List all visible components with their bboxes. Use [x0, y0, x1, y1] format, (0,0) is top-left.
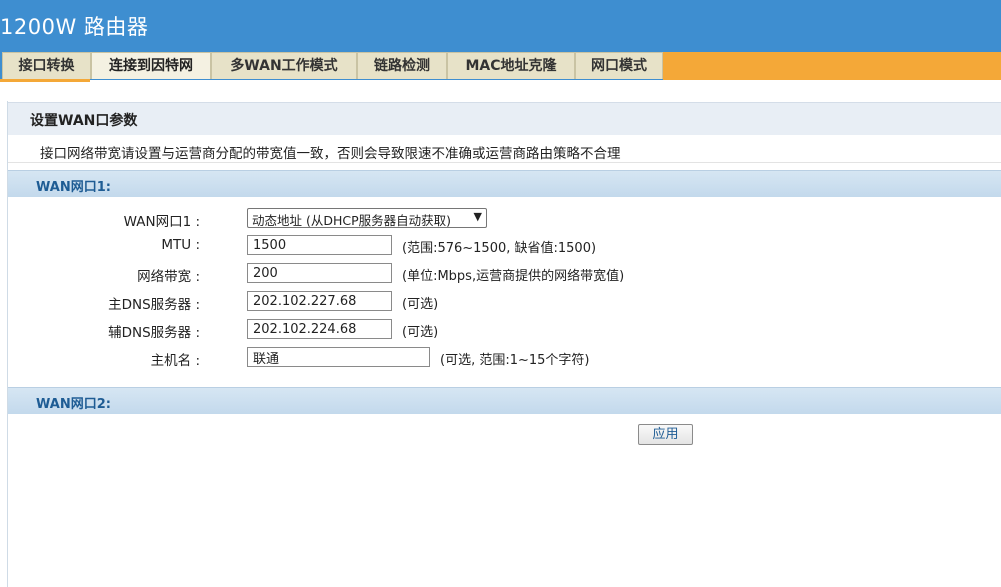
wan2-header-bar[interactable]: WAN网口2: [8, 387, 1001, 414]
hostname-input[interactable] [247, 347, 430, 367]
app-header: 1200W 路由器 [0, 0, 1001, 52]
wan2-header: WAN网口2: [36, 397, 111, 412]
mtu-label: MTU : [161, 237, 200, 253]
bandwidth-hint: (单位:Mbps,运营商提供的网络带宽值) [402, 269, 625, 284]
tab-connect-internet[interactable]: 连接到因特网 [91, 52, 211, 79]
tab-underline [0, 79, 90, 82]
hostname-label: 主机名 : [150, 353, 200, 369]
tab-link-detection[interactable]: 链路检测 [357, 52, 447, 79]
wan1-header: WAN网口1: [36, 180, 111, 195]
hostname-hint: (可选, 范围:1~15个字符) [440, 353, 590, 368]
tab-port-mode[interactable]: 网口模式 [575, 52, 663, 79]
section-title: 设置WAN口参数 [30, 113, 138, 129]
bandwidth-input[interactable] [247, 263, 392, 283]
wan1-header-bar: WAN网口1: [8, 170, 1001, 197]
mtu-hint: (范围:576~1500, 缺省值:1500) [402, 241, 597, 256]
secondary-dns-input[interactable] [247, 319, 392, 339]
secondary-dns-hint: (可选) [402, 325, 439, 340]
primary-dns-hint: (可选) [402, 297, 439, 312]
bandwidth-notice: 接口网络带宽请设置与运营商分配的带宽值一致，否则会导致限速不准确或运营商路由策略… [8, 140, 1001, 163]
notice-text: 接口网络带宽请设置与运营商分配的带宽值一致，否则会导致限速不准确或运营商路由策略… [40, 146, 621, 162]
wan1-mode-label: WAN网口1 : [123, 214, 200, 230]
tab-interface-switch[interactable]: 接口转换 [2, 52, 91, 79]
tab-multi-wan-mode[interactable]: 多WAN工作模式 [211, 52, 357, 79]
apply-button[interactable]: 应用 [638, 424, 693, 445]
wan1-mode-value: 动态地址 (从DHCP服务器自动获取) [252, 213, 452, 228]
section-header: 设置WAN口参数 [8, 102, 1001, 135]
tab-bar: 接口转换 连接到因特网 多WAN工作模式 链路检测 MAC地址克隆 网口模式 [0, 52, 1001, 80]
wan1-mode-select[interactable]: 动态地址 (从DHCP服务器自动获取) ▼ [247, 208, 487, 228]
bandwidth-label: 网络带宽 : [137, 269, 200, 285]
secondary-dns-label: 辅DNS服务器 : [108, 325, 200, 341]
tab-mac-clone[interactable]: MAC地址克隆 [447, 52, 575, 79]
primary-dns-label: 主DNS服务器 : [108, 297, 200, 313]
tab-bar-fill [663, 52, 1001, 80]
mtu-input[interactable] [247, 235, 392, 255]
app-title: 1200W 路由器 [0, 15, 149, 39]
primary-dns-input[interactable] [247, 291, 392, 311]
chevron-down-icon: ▼ [473, 210, 482, 223]
